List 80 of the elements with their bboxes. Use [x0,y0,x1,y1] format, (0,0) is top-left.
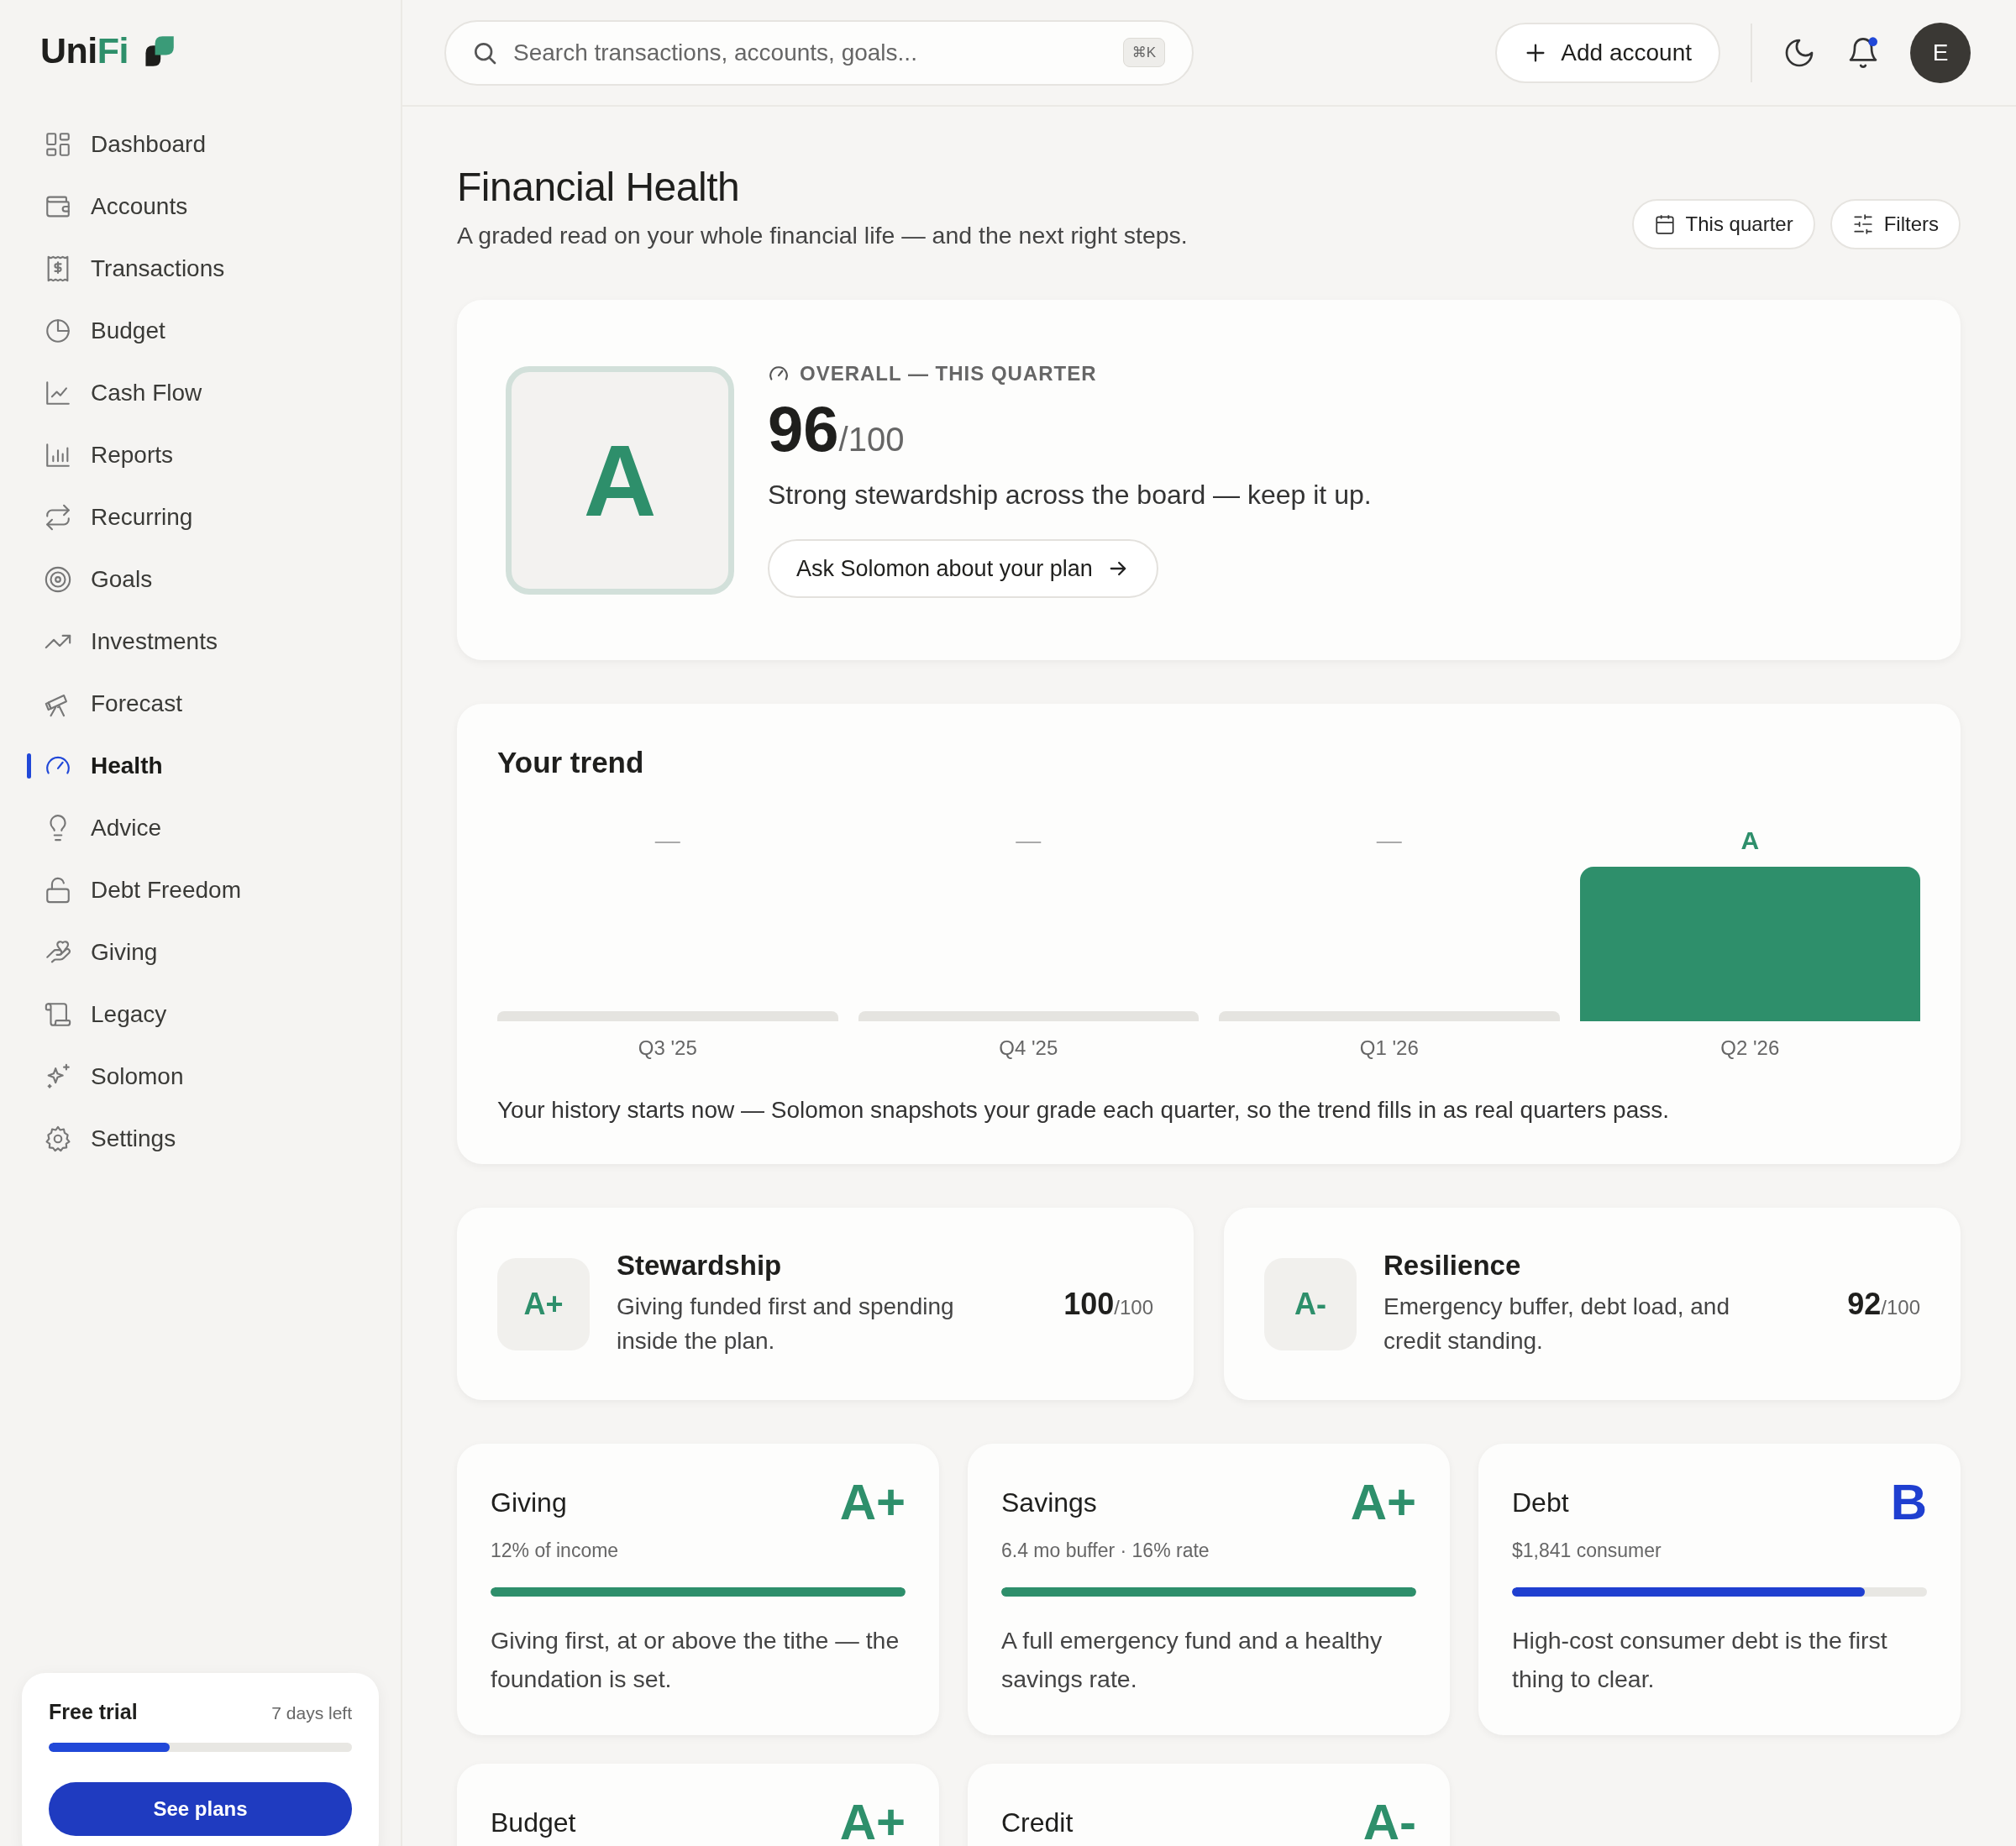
category-title: Debt [1512,1487,1569,1518]
ask-solomon-button[interactable]: Ask Solomon about your plan [768,539,1158,598]
quarter-grade: — [654,826,680,856]
sidebar-item[interactable]: Accounts [0,176,401,238]
sidebar-item[interactable]: Health [0,735,401,797]
sliders-icon [1851,213,1874,235]
target-icon [44,565,72,594]
page-title: Financial Health [457,164,741,210]
sidebar-item[interactable]: Forecast [0,673,401,735]
category-title: Savings [1001,1487,1097,1518]
overall-grade: A [506,365,734,595]
linechart-icon [44,379,72,407]
scroll-icon [44,1000,72,1029]
repeat-icon [44,503,72,532]
quarter-label: Q1 '26 [1359,1036,1419,1060]
user-avatar[interactable]: E [1910,22,1971,83]
page-subtitle: A graded read on your whole financial life — and the next right steps. [457,222,1188,249]
brand-name: UniFi [40,30,129,71]
filters-button[interactable]: Filters [1830,199,1961,249]
sidebar-item[interactable]: Transactions [0,238,401,300]
sidebar-item[interactable]: Cash Flow [0,362,401,424]
trend-title: Your trend [497,746,645,779]
pie-icon [44,317,72,345]
category-grade: A+ [1350,1477,1416,1529]
category-description: Giving first, at or above the tithe — the foundation is set. [491,1626,900,1694]
category-title: Budget [491,1807,576,1838]
quarter-label: Q4 '25 [999,1036,1058,1060]
category-title: Credit [1001,1807,1074,1838]
days-left: 7 days left [271,1703,352,1724]
quarter-grade: — [1376,826,1402,856]
category-grade: A- [1362,1797,1416,1846]
see-plans-button[interactable]: See plans [49,1782,352,1837]
add-account-button[interactable]: Add account [1495,22,1720,83]
category-title: Giving [491,1487,567,1518]
sidebar-item[interactable]: Investments [0,611,401,673]
quarter-grade: — [1016,826,1042,856]
calendar-icon [1653,213,1676,235]
sidebar-item[interactable]: Goals [0,548,401,611]
category-description: High-cost consumer debt is the first thing to clear. [1512,1626,1888,1694]
lock-icon [44,876,72,905]
sidebar-item[interactable]: Dashboard [0,113,401,176]
shortcut-hint: ⌘K [1122,38,1165,67]
sidebar-item[interactable]: Reports [0,424,401,486]
overall-score: 96/100 [768,397,906,461]
category-description: A full emergency fund and a healthy savings rate. [1001,1626,1383,1694]
sidebar-item[interactable]: Recurring [0,486,401,548]
search-input[interactable]: Search transactions, accounts, goals... [512,38,1110,67]
category-grade: A+ [839,1797,906,1846]
sidebar-item[interactable]: Debt Freedom [0,859,401,921]
category-detail: 6.4 mo buffer · 16% rate [1001,1539,1210,1563]
sidebar-item[interactable]: Legacy [0,983,401,1046]
sidebar-item[interactable]: Settings [0,1108,401,1170]
overall-message: Strong stewardship across the board — keep it up. [768,480,1372,511]
pillar-description: Emergency buffer, debt load, and credit standing. [1383,1293,1730,1356]
sidebar-item[interactable]: Giving [0,921,401,983]
quarter-grade: A [1740,826,1760,856]
period-button[interactable]: This quarter [1631,199,1815,249]
pillar-grade: A- [1264,1257,1357,1350]
category-grade: A+ [839,1477,906,1529]
quarter-label: Q3 '25 [638,1036,697,1060]
quarter-label: Q2 '26 [1720,1036,1780,1060]
sidebar-item[interactable]: Budget [0,300,401,362]
pillar-score: 100/100 [1063,1286,1153,1322]
overall-label: OVERALL — THIS QUARTER [800,362,1097,385]
sidebar-item[interactable]: Solomon [0,1046,401,1108]
pillar-title: Resilience [1383,1250,1522,1282]
pillar-title: Stewardship [617,1250,783,1282]
pillar-score: 92/100 [1847,1286,1920,1322]
category-detail: $1,841 consumer [1512,1539,1662,1563]
category-grade: B [1890,1477,1927,1529]
gear-icon [44,1125,72,1153]
pillar-grade: A+ [497,1257,590,1350]
trend-note: Your history starts now — Solomon snapshots your grade each quarter, so the trend fills in as real quarters pass. [497,1097,1671,1124]
search-field[interactable]: Search transactions, accounts, goals... ⌘K [444,19,1194,86]
barchart-icon [44,441,72,469]
category-detail: 12% of income [491,1539,620,1563]
sidebar-item[interactable]: Advice [0,797,401,859]
dashboard-icon [44,130,72,159]
trial-title: Free trial [49,1700,138,1725]
pillar-description: Giving funded first and spending inside the plan. [617,1293,955,1356]
